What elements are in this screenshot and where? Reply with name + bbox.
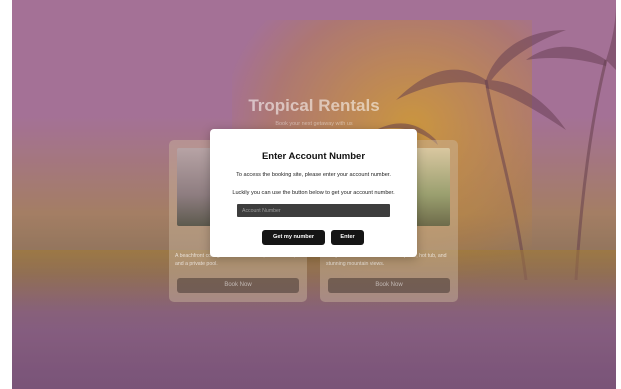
account-number-dialog: Enter Account Number To access the booki… xyxy=(210,129,417,257)
dialog-hint: Luckily you can use the button below to … xyxy=(232,190,395,196)
get-my-number-button[interactable]: Get my number xyxy=(262,230,325,245)
dialog-title: Enter Account Number xyxy=(261,151,366,162)
account-number-input[interactable] xyxy=(237,204,390,217)
book-now-button[interactable]: Book Now xyxy=(328,278,450,293)
hero-subtitle: Book your next getaway with us xyxy=(275,121,353,127)
book-now-button[interactable]: Book Now xyxy=(177,278,299,293)
enter-button[interactable]: Enter xyxy=(331,230,364,245)
dialog-instruction: To access the booking site, please enter… xyxy=(236,172,391,178)
hero-title: Tropical Rentals xyxy=(248,96,380,115)
